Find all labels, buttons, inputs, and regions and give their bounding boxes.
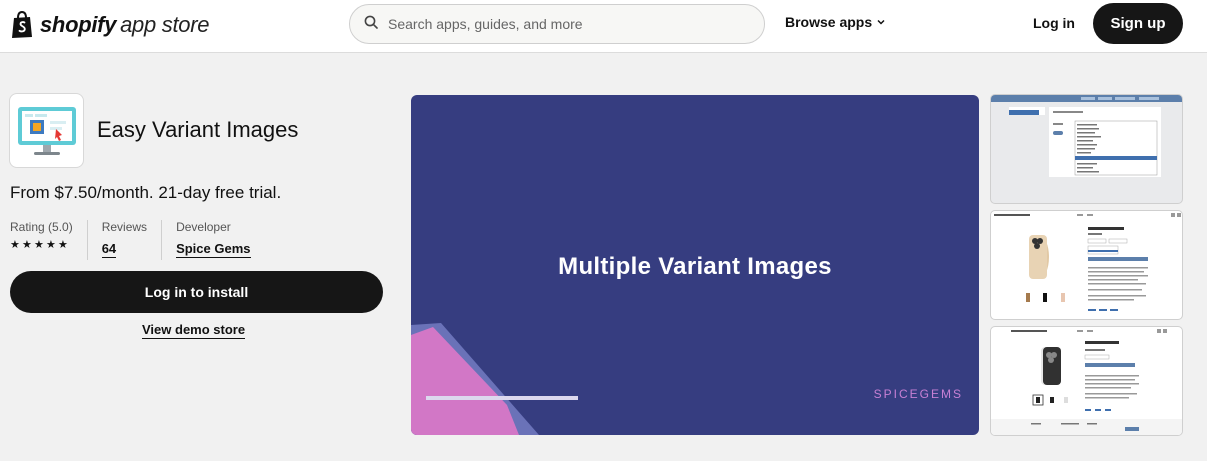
thumbnail-product-page-silver xyxy=(991,329,1182,435)
app-stats: Rating (5.0) ★ ★ ★ ★ ★ Reviews 64 Develo… xyxy=(10,220,279,260)
app-icon xyxy=(9,93,84,168)
star-icon: ★ xyxy=(46,239,56,251)
rating-stars: ★ ★ ★ ★ ★ xyxy=(10,240,73,251)
browse-apps-menu[interactable]: Browse apps xyxy=(785,14,886,30)
screenshot-thumbnail[interactable] xyxy=(990,326,1183,436)
reviews-stat: Reviews 64 xyxy=(101,220,163,260)
screenshot-thumbnail[interactable] xyxy=(990,210,1183,320)
search-bar[interactable] xyxy=(349,4,765,44)
log-in-to-install-button[interactable]: Log in to install xyxy=(10,271,383,313)
search-icon xyxy=(364,15,378,34)
thumbnail-admin-screenshot xyxy=(991,95,1182,177)
shopify-app-store-logo[interactable]: shopify app store xyxy=(10,10,209,40)
hero-media[interactable]: Multiple Variant Images SPICEGEMS xyxy=(411,95,979,435)
app-title: Easy Variant Images xyxy=(97,117,299,142)
rating-label: Rating (5.0) xyxy=(10,220,73,234)
developer-stat: Developer Spice Gems xyxy=(176,220,264,260)
star-icon: ★ xyxy=(10,239,20,251)
star-icon: ★ xyxy=(22,239,32,251)
view-demo-store-link[interactable]: View demo store xyxy=(142,322,246,339)
search-input[interactable] xyxy=(388,16,748,32)
thumbnail-product-page xyxy=(994,213,1181,311)
developer-label: Developer xyxy=(176,220,231,234)
hero-progress-bar xyxy=(426,396,578,400)
logo-wordmark: shopify app store xyxy=(40,12,210,37)
monitor-icon xyxy=(17,106,76,155)
top-nav: shopifyapp store Browse apps Log in Sign… xyxy=(0,0,1207,53)
sign-up-button[interactable]: Sign up xyxy=(1093,3,1183,44)
developer-link[interactable]: Spice Gems xyxy=(176,241,251,258)
star-icon: ★ xyxy=(34,239,44,251)
chevron-down-icon xyxy=(876,14,886,30)
reviews-count-link[interactable]: 64 xyxy=(101,241,117,258)
browse-apps-label: Browse apps xyxy=(785,14,873,30)
star-icon: ★ xyxy=(58,239,68,251)
screenshot-thumbnail[interactable] xyxy=(990,94,1183,204)
pricing-info: From $7.50/month. 21-day free trial. xyxy=(10,183,282,202)
reviews-label: Reviews xyxy=(101,220,148,234)
rating-stat: Rating (5.0) ★ ★ ★ ★ ★ xyxy=(10,220,88,260)
log-in-link[interactable]: Log in xyxy=(1033,15,1075,31)
hero-title: Multiple Variant Images xyxy=(558,253,832,280)
shopify-bag-icon xyxy=(10,10,34,39)
hero-brand: SPICEGEMS xyxy=(873,387,963,401)
